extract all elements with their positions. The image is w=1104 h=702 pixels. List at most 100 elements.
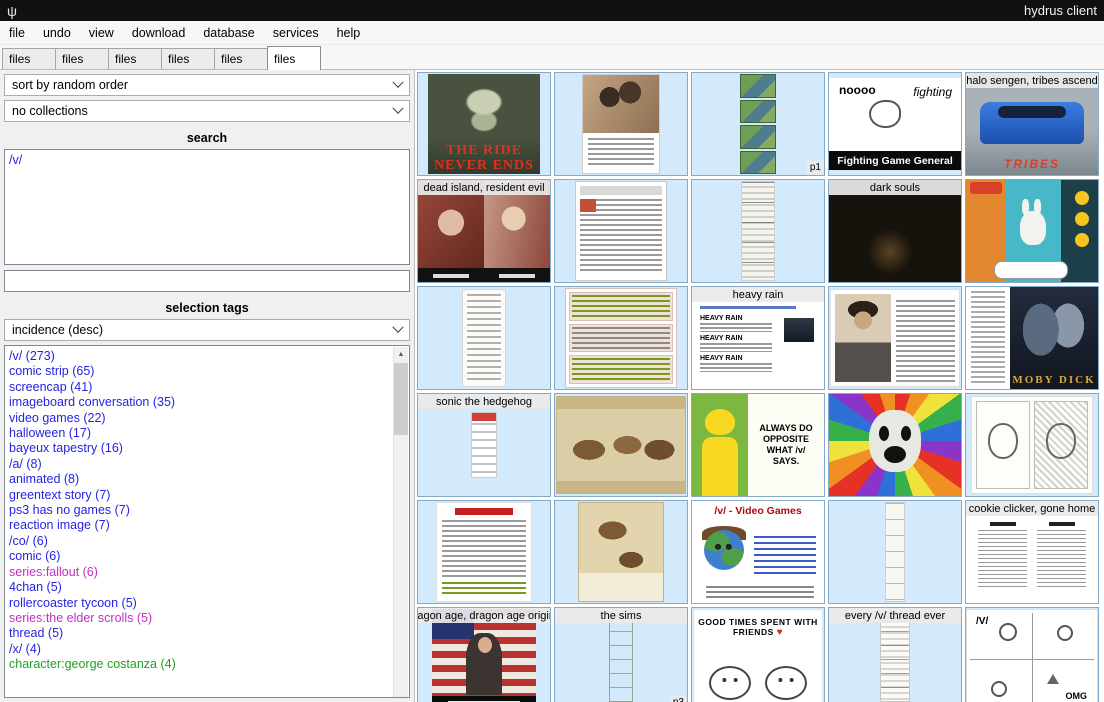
thumbnail[interactable]: p1 [691,72,825,176]
scroll-up-icon[interactable]: ▲ [394,347,408,362]
tag-item[interactable]: 4chan (5) [9,580,391,595]
tag-item[interactable]: imageboard conversation (35) [9,395,391,410]
tag-item[interactable]: greentext story (7) [9,488,391,503]
tag-sort-dropdown[interactable]: incidence (desc) [4,319,410,341]
tag-item[interactable]: reaction image (7) [9,518,391,533]
thumbnail[interactable]: GOOD TIMES SPENT WITH FRIENDS ♥ [691,607,825,702]
thumbnail-image: /V/ OMG [966,609,1098,702]
thumbnail-image [471,412,497,478]
thumbnail[interactable]: every /v/ thread ever [828,607,962,702]
thumbnail[interactable] [554,179,688,283]
thumbnail[interactable] [554,286,688,390]
tag-autocomplete-input[interactable] [4,270,410,292]
tag-item[interactable]: video games (22) [9,411,391,426]
thumbnail-image [556,396,686,494]
thumbnail[interactable]: dark souls [828,179,962,283]
page-banner: p3 [670,696,687,702]
thumbnail-image [830,289,960,387]
thumbnail-image [741,181,775,281]
menu-item-undo[interactable]: undo [34,23,80,43]
chevron-down-icon [392,77,403,88]
thumbnail-image [582,74,660,174]
tag-item[interactable]: comic (6) [9,549,391,564]
thumbnail-image [575,181,667,281]
thumbnail[interactable] [554,500,688,604]
window-title: hydrus client [1024,3,1097,18]
menu-item-services[interactable]: services [264,23,328,43]
thumbnail[interactable]: dragon age, dragon age origins [417,607,551,702]
tab-files-4[interactable]: files [161,48,215,69]
tag-sort-dropdown-value: incidence (desc) [12,323,103,337]
tag-item[interactable]: character:george costanza (4) [9,657,391,672]
caption-banner: dead island, resident evil [418,180,550,195]
thumbnail[interactable]: the sims p3 [554,607,688,702]
tab-files-3[interactable]: files [108,48,162,69]
thumbnail-image [829,393,961,497]
thumbnail[interactable]: ALWAYS DO OPPOSITE WHAT /v/ SAYS. [691,393,825,497]
tab-files-2[interactable]: files [55,48,109,69]
thumbnail[interactable] [417,500,551,604]
thumbnail-image [885,502,905,602]
thumbnail[interactable] [965,393,1099,497]
tag-item[interactable]: /a/ (8) [9,457,391,472]
tag-item[interactable]: series:fallout (6) [9,565,391,580]
tab-files-6-active[interactable]: files [267,46,321,70]
tags-scrollbar[interactable]: ▲ [393,347,408,697]
tag-item[interactable]: /co/ (6) [9,534,391,549]
collections-dropdown[interactable]: no collections [4,100,410,122]
thumbnail[interactable]: sonic the hedgehog [417,393,551,497]
tag-item[interactable]: series:the elder scrolls (5) [9,611,391,626]
tag-item[interactable]: rollercoaster tycoon (5) [9,596,391,611]
thumbnail-image: /v/ - Video Games [692,500,824,604]
thumbnail-image [966,179,1098,283]
search-predicate[interactable]: /v/ [9,152,405,168]
thumbnail[interactable]: halo sengen, tribes ascend TRIBES [965,72,1099,176]
thumbnail-image [880,616,910,702]
thumbnail-image: MOBY DICK [966,286,1098,390]
thumbnail[interactable] [965,179,1099,283]
tab-files-1[interactable]: files [2,48,56,69]
thumbnail[interactable] [554,393,688,497]
menu-item-database[interactable]: database [194,23,263,43]
thumbnail[interactable]: cookie clicker, gone home [965,500,1099,604]
caption-banner: cookie clicker, gone home [966,501,1098,516]
thumbnail-image: THE RIDENEVER ENDS [428,74,540,174]
title-bar: ψ hydrus client [0,0,1104,21]
tag-item[interactable]: thread (5) [9,626,391,641]
tag-item[interactable]: animated (8) [9,472,391,487]
thumbnail[interactable]: dead island, resident evil [417,179,551,283]
tag-item[interactable]: screencap (41) [9,380,391,395]
collections-dropdown-value: no collections [12,104,88,118]
thumbnail[interactable] [828,393,962,497]
menu-item-download[interactable]: download [123,23,195,43]
thumbnail[interactable] [417,286,551,390]
thumbnail[interactable]: /V/ OMG [965,607,1099,702]
thumbnail[interactable] [828,286,962,390]
thumbnail-grid: THE RIDENEVER ENDS p1 noooo fighting Fig… [417,72,1102,702]
tag-item[interactable]: halloween (17) [9,426,391,441]
thumbnail[interactable]: heavy rain HEAVY RAIN HEAVY RAIN HEAVY R… [691,286,825,390]
sort-dropdown[interactable]: sort by random order [4,74,410,96]
tag-item[interactable]: bayeux tapestry (16) [9,441,391,456]
caption-banner: sonic the hedgehog [418,394,550,409]
tab-files-5[interactable]: files [214,48,268,69]
menu-item-file[interactable]: file [0,23,34,43]
thumbnail[interactable]: THE RIDENEVER ENDS [417,72,551,176]
thumbnail[interactable]: noooo fighting Fighting Game General [828,72,962,176]
thumbnail-image: noooo fighting Fighting Game General [829,78,961,170]
tag-item[interactable]: ps3 has no games (7) [9,503,391,518]
thumbnail-image [740,74,776,174]
thumbnail[interactable] [828,500,962,604]
tag-item[interactable]: comic strip (65) [9,364,391,379]
tag-item[interactable]: /v/ (273) [9,349,391,364]
thumbnail[interactable] [691,179,825,283]
thumbnail[interactable]: /v/ - Video Games [691,500,825,604]
thumbnail[interactable] [554,72,688,176]
tab-bar: files files files files files files [0,45,1104,70]
scrollbar-thumb[interactable] [394,363,408,435]
menu-item-help[interactable]: help [328,23,370,43]
selection-tags-list: /v/ (273) comic strip (65) screencap (41… [4,345,410,698]
tag-item[interactable]: /x/ (4) [9,642,391,657]
menu-item-view[interactable]: view [80,23,123,43]
thumbnail[interactable]: MOBY DICK [965,286,1099,390]
